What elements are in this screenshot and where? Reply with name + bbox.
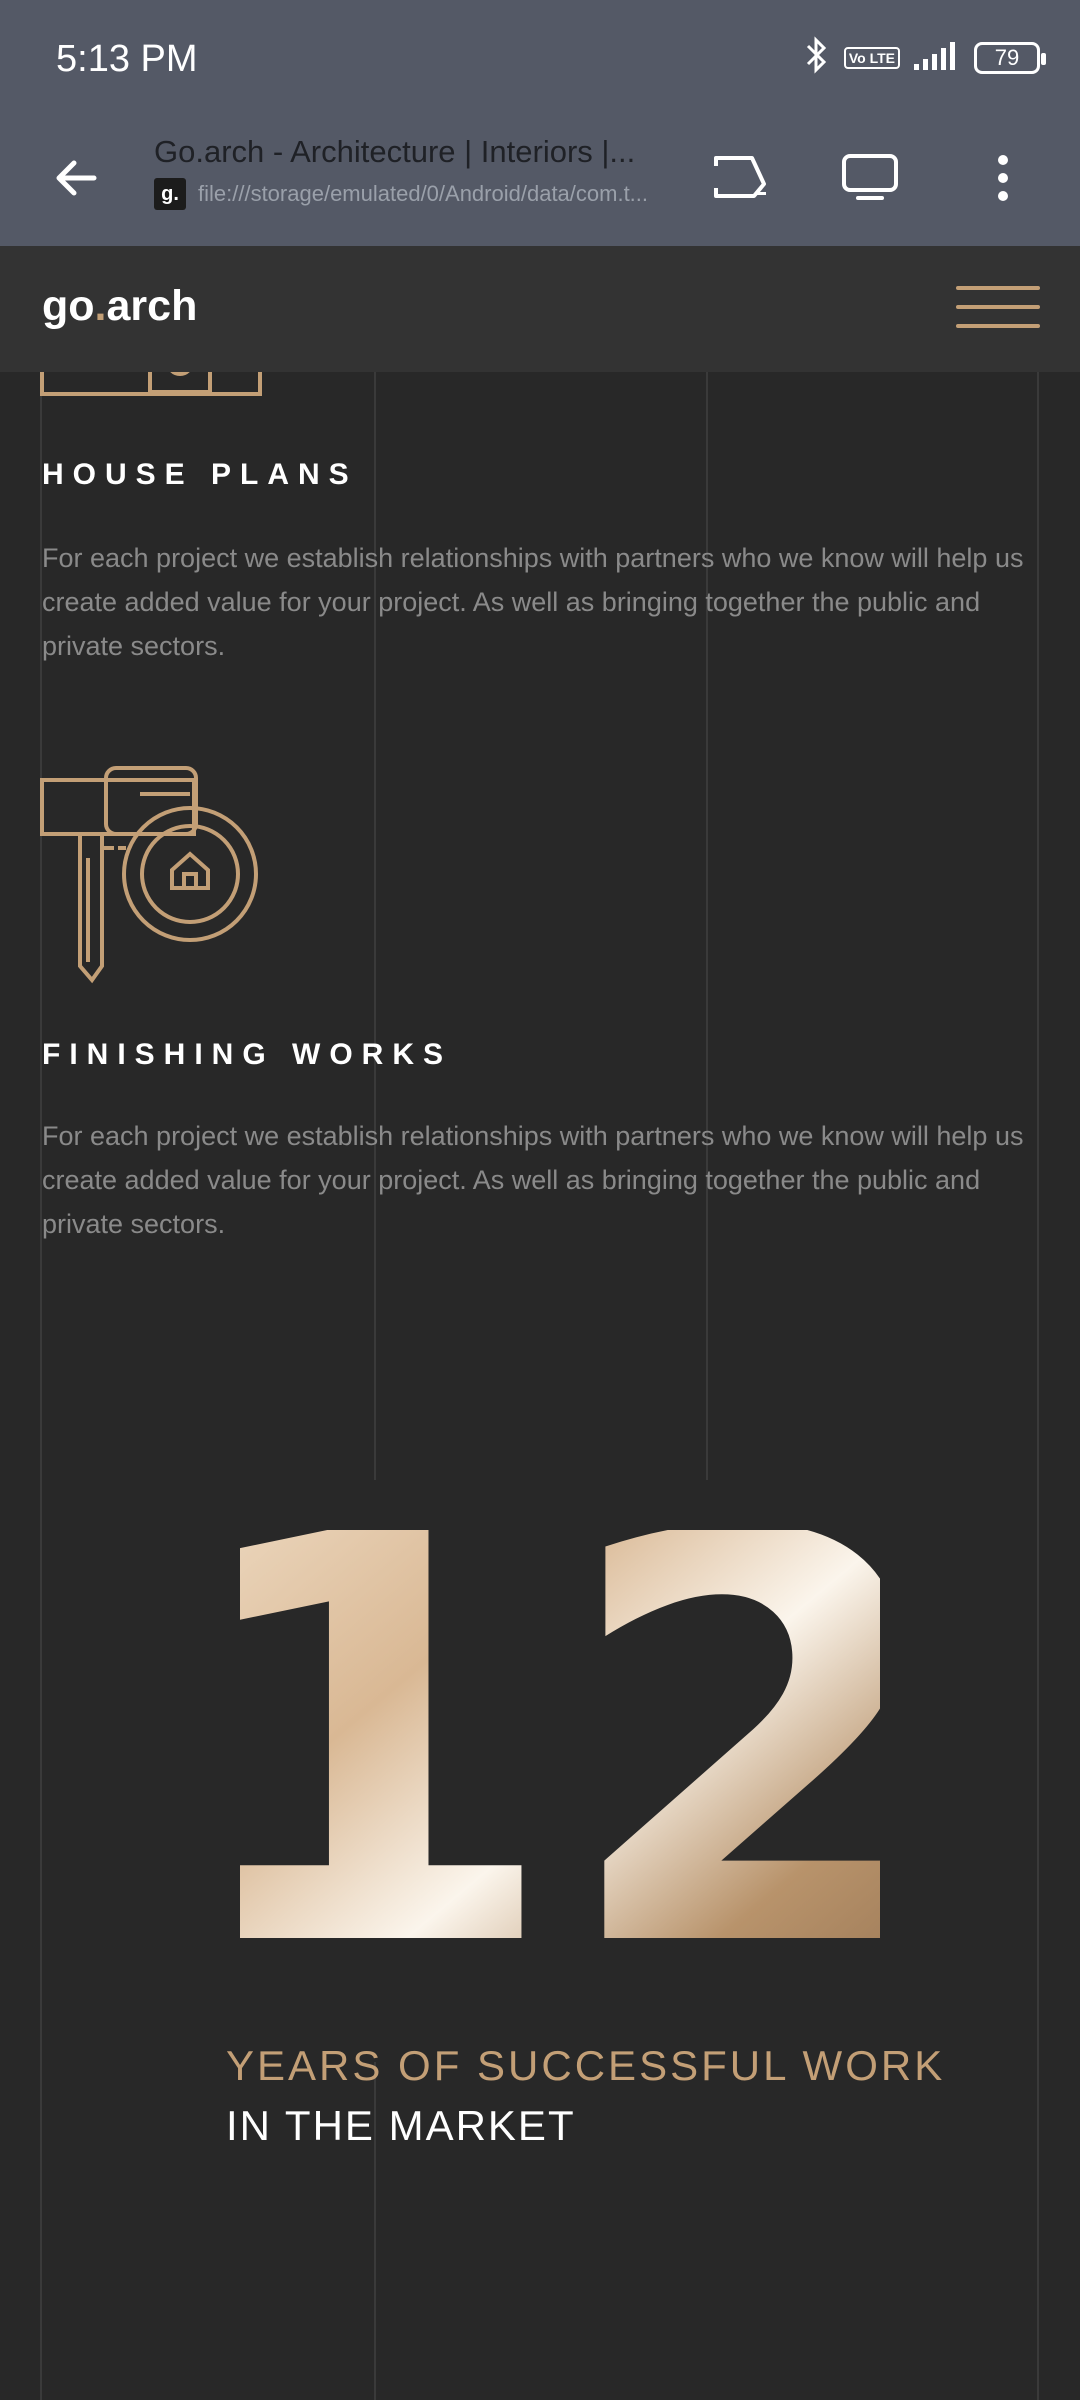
- url-row[interactable]: g. file:///storage/emulated/0/Android/da…: [154, 178, 674, 210]
- status-icons: Vo LTE 79: [804, 36, 1046, 79]
- site-logo[interactable]: go.arch: [42, 282, 197, 331]
- years-number: 12: [240, 1530, 880, 1970]
- service-heading: FINISHING WORKS: [42, 1038, 452, 1071]
- page-title[interactable]: Go.arch - Architecture | Interiors |...: [154, 134, 654, 170]
- logo-main: go: [42, 282, 95, 330]
- hamburger-menu-icon[interactable]: [956, 286, 1040, 334]
- volte-icon: Vo LTE: [843, 46, 900, 69]
- status-time: 5:13 PM: [56, 38, 198, 80]
- more-vert-icon[interactable]: [963, 138, 1043, 218]
- service-heading: HOUSE PLANS: [42, 458, 358, 491]
- grid-line: [40, 372, 42, 2400]
- house-plans-icon: [40, 372, 264, 403]
- years-number-text: 12: [240, 1530, 880, 1970]
- service-text: For each project we establish relationsh…: [42, 543, 1024, 661]
- screen-icon[interactable]: [830, 138, 910, 218]
- service-text: For each project we establish relationsh…: [42, 1121, 1024, 1239]
- key-house-icon: [40, 766, 264, 995]
- grid-line: [1037, 372, 1039, 2400]
- page-content[interactable]: HOUSE PLANS For each project we establis…: [0, 372, 1080, 2400]
- status-bar: 5:13 PM Vo LTE 79: [0, 0, 1080, 120]
- logo-dot: .: [94, 282, 107, 330]
- logo-end: arch: [106, 282, 198, 330]
- battery-icon: 79: [974, 41, 1046, 74]
- bluetooth-icon: [804, 36, 830, 79]
- site-header: go.arch: [0, 246, 1080, 372]
- page-url: file:///storage/emulated/0/Android/data/…: [198, 181, 649, 206]
- years-label-line1: YEARS OF SUCCESSFUL WORK: [226, 2042, 946, 2089]
- favicon: g.: [154, 178, 186, 210]
- back-arrow-icon[interactable]: [40, 142, 112, 214]
- signal-icon: [914, 40, 960, 75]
- browser-toolbar: Go.arch - Architecture | Interiors |... …: [0, 120, 1080, 246]
- cast-icon[interactable]: [700, 138, 780, 218]
- years-label-line2: IN THE MARKET: [226, 2102, 576, 2149]
